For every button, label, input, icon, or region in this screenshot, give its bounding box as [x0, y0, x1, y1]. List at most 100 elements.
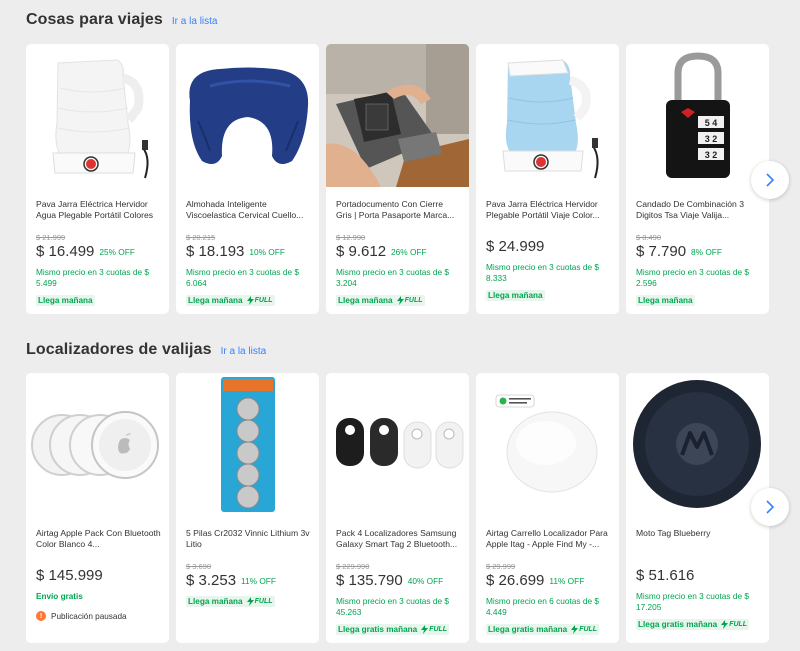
shipping-text: Llega mañana [338, 296, 393, 305]
shipping-text: Llega mañana [188, 296, 243, 305]
shipping-badge: Llega mañana FULL [186, 596, 275, 607]
shipping-text: Llega gratis mañana [638, 620, 718, 629]
product-card[interactable]: Airtag Apple Pack Con Bluetooth Color Bl… [26, 373, 169, 643]
installments-text: Mismo precio en 6 cuotas de $ 4.449 [486, 596, 599, 617]
full-label: FULL [254, 297, 273, 304]
lightning-icon [246, 296, 254, 305]
discount-badge: 11% OFF [241, 575, 276, 586]
price: $ 26.699 [486, 572, 545, 589]
product-image: 5 4 3 2 3 2 [626, 44, 769, 187]
section-title: Cosas para viajes [26, 11, 163, 28]
svg-text:3 2: 3 2 [704, 134, 717, 144]
shipping-badge: Llega mañana FULL [186, 295, 275, 306]
installments-text: Mismo precio en 3 cuotas de $ 17.205 [636, 591, 749, 612]
product-image [326, 44, 469, 187]
original-price: $ 3.690 [186, 562, 212, 571]
product-image [476, 44, 619, 187]
svg-text:3 2: 3 2 [704, 150, 717, 160]
shipping-text: Llega mañana [38, 296, 93, 305]
product-image [176, 373, 319, 516]
section-header: Cosas para viajes Ir a la lista [26, 11, 217, 29]
product-card[interactable]: Moto Tag Blueberry $ 51.616 Mismo precio… [626, 373, 769, 643]
product-title: Pack 4 Localizadores Samsung Galaxy Smar… [336, 528, 458, 549]
full-badge: FULL [246, 296, 273, 305]
discount-badge: 8% OFF [691, 246, 722, 257]
lightning-icon [421, 625, 429, 634]
product-image [176, 44, 319, 187]
lightning-icon [721, 620, 729, 629]
product-title: Candado De Combinación 3 Digitos Tsa Via… [636, 199, 744, 220]
full-badge: FULL [421, 625, 447, 634]
shipping-text: Llega mañana [188, 597, 243, 606]
full-label: FULL [429, 626, 448, 633]
product-image [626, 373, 769, 516]
installments-text: Mismo precio en 3 cuotas de $ 45.263 [336, 596, 449, 617]
discount-badge: 26% OFF [391, 246, 427, 257]
original-price: $ 12.990 [336, 233, 366, 242]
original-price: $ 21.999 [36, 233, 66, 242]
shipping-text: Llega gratis mañana [338, 625, 418, 634]
original-price: $ 8.490 [636, 233, 662, 242]
original-price: $ 29.999 [486, 562, 516, 571]
paused-text: Publicación pausada [51, 611, 127, 621]
paused-notice: ! Publicación pausada [36, 611, 161, 621]
svg-text:5 4: 5 4 [704, 118, 717, 128]
shipping-badge: Llega mañana [636, 295, 695, 306]
product-title: Airtag Apple Pack Con Bluetooth Color Bl… [36, 528, 161, 549]
product-card[interactable]: Pava Jarra Eléctrica Hervidor Agua Plega… [26, 44, 169, 314]
product-title: Pava Jarra Eléctrica Hervidor Agua Plega… [36, 199, 154, 220]
discount-badge: 40% OFF [407, 575, 444, 586]
product-card[interactable]: Pack 4 Localizadores Samsung Galaxy Smar… [326, 373, 469, 643]
product-card[interactable]: Portadocumento Con Cierre Gris | Porta P… [326, 44, 469, 314]
shipping-badge: Llega gratis mañana FULL [336, 624, 450, 635]
shipping-text: Llega gratis mañana [488, 625, 568, 634]
lightning-icon [571, 625, 579, 634]
product-title: 5 Pilas Cr2032 Vinnic Lithium 3v Litio [186, 528, 310, 549]
shipping-text: Llega mañana [638, 296, 693, 305]
price: $ 51.616 [636, 567, 695, 584]
lightning-icon [246, 597, 254, 606]
carousel-next-button[interactable] [751, 488, 789, 526]
product-card[interactable]: Almohada Inteligente Viscoelastica Cervi… [176, 44, 319, 314]
price: $ 16.499 [36, 243, 95, 260]
discount-badge: 11% OFF [549, 575, 585, 586]
product-image [326, 373, 469, 516]
chevron-right-icon [766, 500, 775, 514]
product-title: Moto Tag Blueberry [636, 528, 711, 538]
section-title: Localizadores de valijas [26, 341, 212, 358]
product-title: Airtag Carrello Localizador Para Apple I… [486, 528, 608, 549]
chevron-right-icon [766, 173, 775, 187]
full-badge: FULL [246, 597, 273, 606]
original-price: $ 229.990 [336, 562, 370, 571]
product-card[interactable]: 5 4 3 2 3 2 Candado De Combinación 3 Dig… [626, 44, 769, 314]
discount-badge: 25% OFF [99, 246, 135, 257]
product-card[interactable]: 5 Pilas Cr2032 Vinnic Lithium 3v Litio $… [176, 373, 319, 643]
full-label: FULL [404, 297, 423, 304]
original-price: $ 20.215 [186, 233, 216, 242]
shipping-badge: Llega gratis mañana FULL [636, 619, 750, 630]
full-badge: FULL [396, 296, 423, 305]
carousel-next-button[interactable] [751, 161, 789, 199]
shipping-badge: Llega gratis mañana FULL [486, 624, 600, 635]
product-card[interactable]: Pava Jarra Eléctrica Hervidor Plegable P… [476, 44, 619, 314]
go-to-list-link[interactable]: Ir a la lista [221, 346, 267, 357]
product-title: Portadocumento Con Cierre Gris | Porta P… [336, 199, 455, 220]
product-image [476, 373, 619, 516]
product-title: Almohada Inteligente Viscoelastica Cervi… [186, 199, 304, 220]
go-to-list-link[interactable]: Ir a la lista [172, 16, 218, 27]
product-image [26, 44, 169, 187]
lightning-icon [396, 296, 404, 305]
free-shipping-text: Envío gratis [36, 592, 83, 601]
product-card[interactable]: Airtag Carrello Localizador Para Apple I… [476, 373, 619, 643]
discount-badge: 10% OFF [249, 246, 285, 257]
price: $ 24.999 [486, 238, 545, 255]
full-label: FULL [254, 598, 273, 605]
full-label: FULL [729, 621, 748, 628]
full-label: FULL [579, 626, 598, 633]
installments-text: Mismo precio en 3 cuotas de $ 6.064 [186, 267, 299, 288]
shipping-badge: Llega mañana FULL [336, 295, 425, 306]
price: $ 3.253 [186, 572, 237, 589]
full-badge: FULL [721, 620, 747, 629]
price: $ 145.999 [36, 567, 103, 584]
product-title: Pava Jarra Eléctrica Hervidor Plegable P… [486, 199, 600, 220]
